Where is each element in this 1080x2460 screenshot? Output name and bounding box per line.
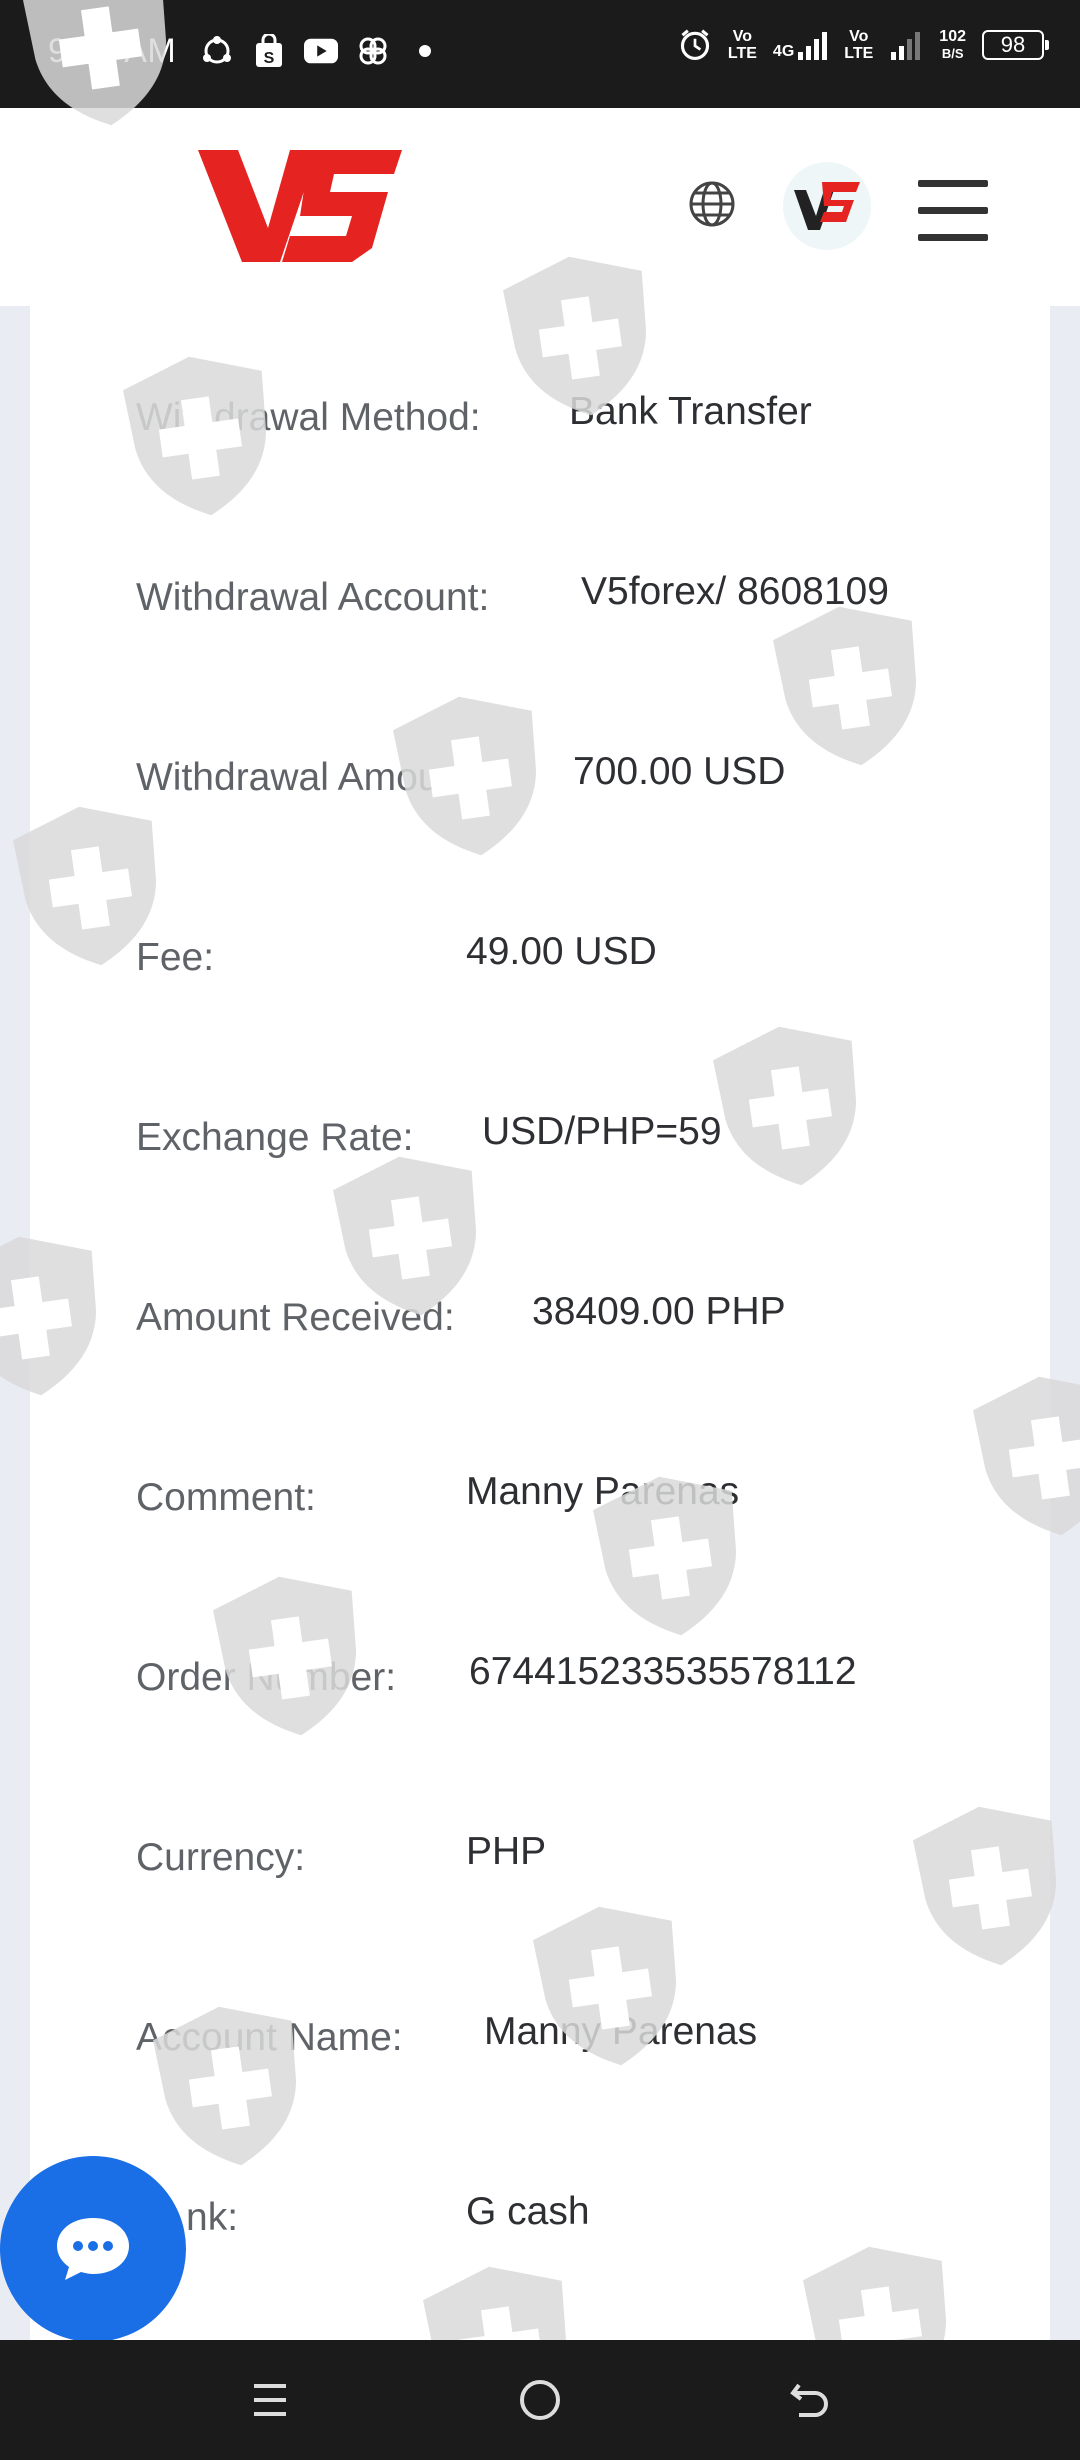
detail-row-bank: nk: G cash [136, 2190, 1036, 2266]
detail-label: Amount Received: [136, 1296, 455, 1339]
avatar-icon[interactable] [783, 162, 871, 250]
detail-row-withdrawal-amount: Withdrawal Amount: 700.00 USD [136, 750, 1036, 826]
menu-line [918, 180, 988, 187]
detail-row-exchange-rate: Exchange Rate: USD/PHP=59 [136, 1110, 1036, 1186]
notification-icons: S [200, 34, 442, 68]
home-icon[interactable] [510, 2370, 570, 2430]
detail-value: Manny Parenas [484, 2010, 758, 2053]
chat-button[interactable] [0, 2156, 186, 2342]
svg-text:S: S [264, 50, 275, 67]
shop-icon: S [252, 34, 286, 68]
status-bar: 9:12 AM S Vo LTE 4G Vo LTE 102 B/S 98 [0, 0, 1080, 108]
detail-value: 674415233535578112 [469, 1650, 857, 1693]
4g-signal-icon: 4G [773, 30, 828, 60]
detail-label: Withdrawal Method: [136, 396, 481, 439]
detail-label: Withdrawal Amount: [136, 756, 483, 799]
menu-line [918, 207, 988, 214]
alarm-icon [678, 28, 712, 62]
recents-icon[interactable] [240, 2370, 300, 2430]
network-label: 4G [772, 43, 795, 60]
detail-value: Bank Transfer [569, 390, 812, 433]
battery-indicator: 98 [982, 30, 1049, 60]
status-time: 9:12 AM [48, 32, 177, 70]
back-icon[interactable] [780, 2370, 840, 2430]
system-nav-bar [0, 2340, 1080, 2460]
v5-logo[interactable] [198, 148, 402, 266]
pinwheel-icon [356, 34, 390, 68]
data-speed: 102 B/S [939, 28, 966, 61]
volte-icon-2: Vo LTE [844, 28, 874, 62]
detail-label: Order Number: [136, 1656, 397, 1699]
signal-icon [889, 28, 923, 62]
detail-row-withdrawal-method: Withdrawal Method: Bank Transfer [136, 390, 1036, 466]
menu-icon[interactable] [918, 180, 988, 241]
app-header [0, 108, 1080, 306]
detail-row-withdrawal-account: Withdrawal Account: V5forex/ 8608109 [136, 570, 1036, 646]
detail-row-currency: Currency: PHP [136, 1830, 1036, 1906]
menu-line [918, 234, 988, 241]
detail-label: Comment: [136, 1476, 316, 1519]
detail-label: Currency: [136, 1836, 306, 1879]
detail-row-order-number: Order Number: 674415233535578112 [136, 1650, 1036, 1726]
detail-value: 700.00 USD [573, 750, 786, 793]
system-icons: Vo LTE 4G Vo LTE 102 B/S 98 [678, 28, 1049, 62]
detail-value: 38409.00 PHP [532, 1290, 786, 1333]
chat-bubble-icon [57, 2218, 129, 2280]
youtube-icon [304, 34, 338, 68]
detail-value: V5forex/ 8608109 [581, 570, 889, 613]
detail-label: Withdrawal Account: [136, 576, 490, 619]
detail-label: Account Name: [136, 2016, 403, 2059]
detail-row-fee: Fee: 49.00 USD [136, 930, 1036, 1006]
detail-row-account-name: Account Name: Manny Parenas [136, 2010, 1036, 2086]
volte-icon: Vo LTE [727, 28, 757, 62]
share-icon [200, 34, 234, 68]
dot-icon [408, 34, 442, 68]
detail-value: PHP [466, 1830, 547, 1873]
detail-row-comment: Comment: Manny Parenas [136, 1470, 1036, 1546]
detail-label: Exchange Rate: [136, 1116, 414, 1159]
withdrawal-details-card: Withdrawal Method: Bank Transfer Withdra… [30, 306, 1050, 2340]
globe-icon[interactable] [686, 178, 738, 230]
detail-value: 49.00 USD [466, 930, 657, 973]
detail-value: Manny Parenas [466, 1470, 740, 1513]
detail-row-amount-received: Amount Received: 38409.00 PHP [136, 1290, 1036, 1366]
detail-label: Fee: [136, 936, 215, 979]
detail-value: G cash [466, 2190, 590, 2233]
detail-value: USD/PHP=59 [482, 1110, 722, 1153]
detail-label: nk: [186, 2196, 239, 2239]
